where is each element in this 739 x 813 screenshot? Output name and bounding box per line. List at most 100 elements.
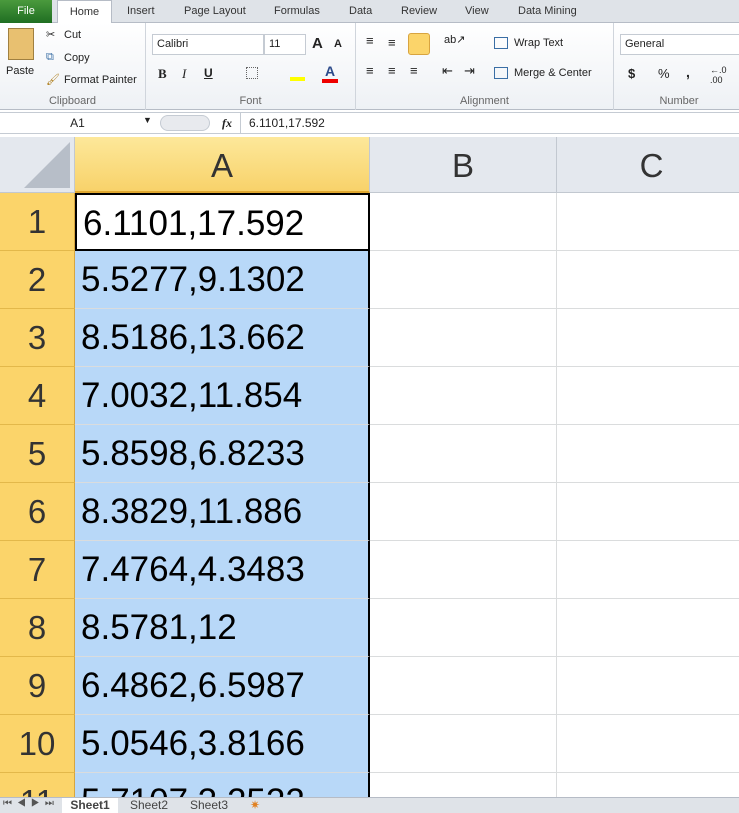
tab-file[interactable]: File — [0, 0, 52, 23]
cell-a8[interactable]: 8.5781,12 — [75, 599, 370, 657]
cell-c11[interactable] — [557, 773, 739, 797]
cell-a11[interactable]: 5.7107,3.2522 — [75, 773, 370, 797]
tab-data[interactable]: Data — [349, 0, 372, 23]
formula-input[interactable]: 6.1101,17.592 — [240, 113, 739, 133]
increase-indent-icon[interactable]: ⇥ — [464, 63, 475, 79]
comma-button[interactable]: , — [686, 64, 690, 80]
number-group: General $ % , ←.0.00 Number — [614, 23, 739, 110]
cell-c3[interactable] — [557, 309, 739, 367]
cell-a10[interactable]: 5.0546,3.8166 — [75, 715, 370, 773]
cell-c2[interactable] — [557, 251, 739, 309]
cell-b11[interactable] — [370, 773, 557, 797]
cell-c1[interactable] — [557, 193, 739, 251]
orientation-icon[interactable]: ab↗ — [444, 33, 465, 46]
column-header-c[interactable]: C — [557, 137, 739, 193]
cell-c5[interactable] — [557, 425, 739, 483]
percent-button[interactable]: % — [658, 66, 670, 81]
cell-a4[interactable]: 7.0032,11.854 — [75, 367, 370, 425]
italic-button[interactable]: I — [182, 66, 186, 82]
font-name-select[interactable]: Calibri — [152, 34, 264, 55]
insert-function-button[interactable]: fx — [222, 116, 232, 131]
cell-c6[interactable] — [557, 483, 739, 541]
increase-decimal-icon[interactable]: ←.0.00 — [710, 65, 727, 85]
row-header-2[interactable]: 2 — [0, 251, 75, 309]
insert-sheet-icon[interactable]: ✷ — [250, 798, 260, 813]
name-box-dropdown-icon[interactable]: ▼ — [143, 115, 152, 125]
currency-button[interactable]: $ — [628, 66, 635, 81]
sheet-nav-buttons[interactable]: ⏮◀▶⏭ — [3, 798, 59, 809]
wrap-text-button[interactable]: Wrap Text — [514, 37, 563, 49]
font-size-select[interactable]: 11 — [264, 34, 306, 55]
cell-b5[interactable] — [370, 425, 557, 483]
cell-a6[interactable]: 8.3829,11.886 — [75, 483, 370, 541]
cell-b4[interactable] — [370, 367, 557, 425]
row-header-8[interactable]: 8 — [0, 599, 75, 657]
row-header-4[interactable]: 4 — [0, 367, 75, 425]
cell-a2[interactable]: 5.5277,9.1302 — [75, 251, 370, 309]
tab-formulas[interactable]: Formulas — [274, 0, 320, 23]
row-header-10[interactable]: 10 — [0, 715, 75, 773]
row-header-3[interactable]: 3 — [0, 309, 75, 367]
borders-icon[interactable] — [246, 67, 258, 79]
cell-b3[interactable] — [370, 309, 557, 367]
decrease-indent-icon[interactable]: ⇤ — [442, 63, 453, 79]
cell-c9[interactable] — [557, 657, 739, 715]
sheet-tab-sheet1[interactable]: Sheet1 — [62, 798, 118, 813]
cell-a9[interactable]: 6.4862,6.5987 — [75, 657, 370, 715]
top-align-icon[interactable]: ≡ — [366, 33, 374, 48]
underline-button[interactable]: U — [204, 66, 213, 80]
sheet-tab-sheet3[interactable]: Sheet3 — [190, 798, 228, 813]
cell-b6[interactable] — [370, 483, 557, 541]
row-header-7[interactable]: 7 — [0, 541, 75, 599]
cell-c8[interactable] — [557, 599, 739, 657]
select-all-corner[interactable] — [0, 137, 75, 193]
row-header-1[interactable]: 1 — [0, 193, 75, 251]
column-header-a[interactable]: A — [75, 137, 370, 193]
cell-b8[interactable] — [370, 599, 557, 657]
formula-bar-splitter[interactable] — [160, 115, 210, 131]
bold-button[interactable]: B — [158, 66, 167, 82]
align-left-icon[interactable]: ≡ — [366, 63, 374, 78]
tab-data-mining[interactable]: Data Mining — [518, 0, 577, 23]
number-format-select[interactable]: General — [620, 34, 739, 55]
format-painter-button[interactable]: Format Painter — [64, 74, 137, 86]
center-icon[interactable]: ≡ — [388, 63, 396, 78]
name-box[interactable]: A1 — [0, 113, 155, 133]
tab-home[interactable]: Home — [57, 0, 112, 24]
cell-b10[interactable] — [370, 715, 557, 773]
bottom-align-button[interactable] — [408, 33, 430, 55]
column-header-b[interactable]: B — [370, 137, 557, 193]
tab-review[interactable]: Review — [401, 0, 437, 23]
copy-button[interactable]: Copy — [64, 52, 90, 64]
number-label: Number — [659, 95, 699, 107]
middle-align-icon[interactable]: ≡ — [388, 35, 396, 50]
cut-button[interactable]: Cut — [64, 29, 81, 41]
paste-button[interactable]: Paste — [6, 65, 34, 77]
clipboard-group: Paste ✂ Cut ⧉ Copy 🖌 Format Painter Clip… — [0, 23, 146, 110]
row-header-11[interactable]: 11 — [0, 773, 75, 797]
tab-insert[interactable]: Insert — [127, 0, 155, 23]
merge-center-button[interactable]: Merge & Center — [514, 67, 592, 79]
tab-view[interactable]: View — [465, 0, 489, 23]
cell-a1[interactable]: 6.1101,17.592 — [75, 193, 370, 251]
cell-b9[interactable] — [370, 657, 557, 715]
grow-font-icon[interactable]: A — [312, 35, 323, 52]
cell-a3[interactable]: 8.5186,13.662 — [75, 309, 370, 367]
shrink-font-icon[interactable]: A — [334, 38, 342, 50]
sheet-tab-sheet2[interactable]: Sheet2 — [130, 798, 168, 813]
fill-color-icon[interactable] — [290, 65, 305, 81]
font-color-button[interactable]: A — [322, 63, 338, 83]
cell-a5[interactable]: 5.8598,6.8233 — [75, 425, 370, 483]
tab-page-layout[interactable]: Page Layout — [184, 0, 246, 23]
row-header-9[interactable]: 9 — [0, 657, 75, 715]
row-header-5[interactable]: 5 — [0, 425, 75, 483]
cell-b2[interactable] — [370, 251, 557, 309]
cell-c7[interactable] — [557, 541, 739, 599]
cell-a7[interactable]: 7.4764,4.3483 — [75, 541, 370, 599]
cell-c4[interactable] — [557, 367, 739, 425]
row-header-6[interactable]: 6 — [0, 483, 75, 541]
cell-c10[interactable] — [557, 715, 739, 773]
cell-b7[interactable] — [370, 541, 557, 599]
cell-b1[interactable] — [370, 193, 557, 251]
align-right-icon[interactable]: ≡ — [410, 63, 418, 78]
